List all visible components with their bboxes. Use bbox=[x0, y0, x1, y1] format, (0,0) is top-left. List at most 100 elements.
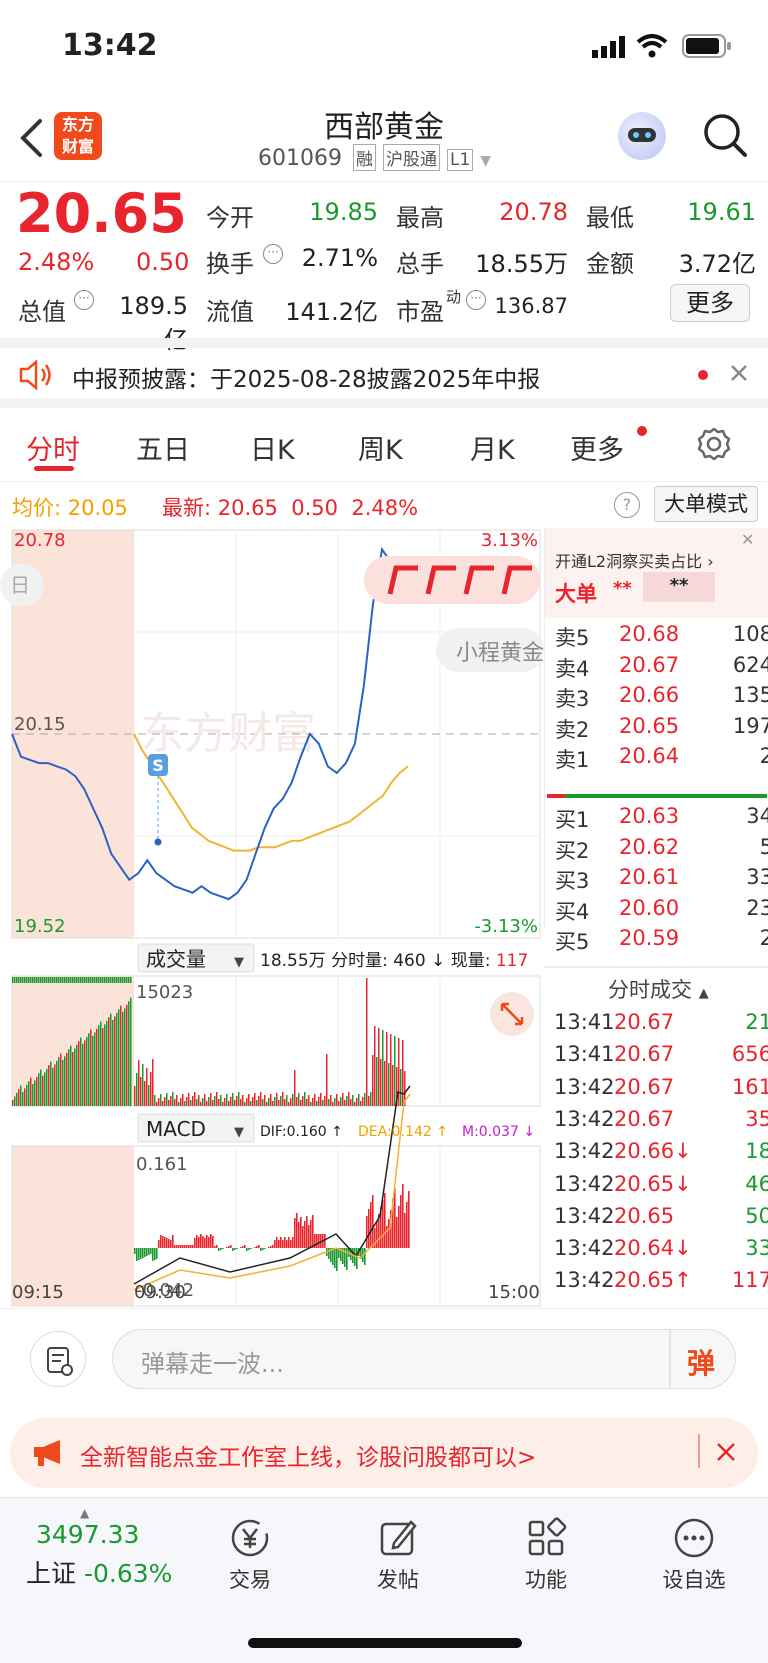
dropdown-caret-icon[interactable]: ▼ bbox=[480, 153, 491, 169]
ask-label: 卖5 bbox=[555, 626, 590, 650]
trade-row: 13:42 20.65↓ 46 bbox=[544, 1172, 768, 1206]
ask-price: 20.65 bbox=[619, 713, 680, 738]
ai-assistant-icon[interactable] bbox=[618, 112, 666, 160]
nav-trade[interactable]: 交易 bbox=[190, 1516, 310, 1594]
volume-bar bbox=[74, 977, 76, 983]
comment-input[interactable]: 弹幕走一波... 弹 bbox=[112, 1329, 736, 1389]
nav-watchlist[interactable]: 设自选 bbox=[634, 1516, 754, 1594]
bid-row[interactable]: 买2 20.62 5 bbox=[545, 835, 768, 867]
avg-price: 均价: 20.05 bbox=[12, 492, 128, 522]
index-ticker[interactable]: ▲ 3497.33 上证 -0.63% bbox=[0, 1498, 174, 1608]
bid-volume: 5 bbox=[759, 834, 768, 859]
volume-bar bbox=[358, 1094, 360, 1106]
bid-row[interactable]: 买4 20.60 23 bbox=[545, 896, 768, 928]
l2-close-icon[interactable]: ✕ bbox=[741, 530, 754, 549]
volume-bar bbox=[44, 1072, 46, 1106]
volume-bar bbox=[208, 1097, 210, 1106]
tab-daily-k[interactable]: 日K bbox=[250, 428, 295, 467]
time-start: 09:15 bbox=[12, 1282, 64, 1303]
ask-row[interactable]: 卖2 20.65 197 bbox=[545, 714, 768, 746]
notice-text: 中报预披露：于2025-08-28披露2025年中报 bbox=[72, 367, 541, 393]
ask-row[interactable]: 卖1 20.64 2 bbox=[545, 744, 768, 776]
settings-gear-icon[interactable] bbox=[696, 426, 732, 462]
info-icon[interactable]: ··· bbox=[466, 290, 486, 310]
trade-volume: 46 bbox=[745, 1171, 768, 1196]
volume-bar bbox=[60, 1053, 62, 1106]
big-order-mode-button[interactable]: 大单模式 bbox=[654, 486, 758, 522]
macd-bar bbox=[328, 1248, 330, 1259]
float-label: 流值 bbox=[206, 298, 254, 326]
macd-bar bbox=[382, 1200, 384, 1248]
intraday-chart[interactable]: 东方财富 S 小程黄金 日 20.78 20.15 19.52 3.13% -3… bbox=[0, 528, 544, 1308]
quote-panel: 20.65 2.48% 0.50 今开 19.85 最高 20.78 最低 19… bbox=[0, 182, 768, 354]
volume-bar bbox=[330, 1095, 332, 1106]
info-icon[interactable]: ··· bbox=[74, 290, 94, 310]
volume-bar bbox=[164, 1097, 166, 1106]
comment-list-button[interactable] bbox=[30, 1331, 86, 1387]
info-icon[interactable]: ··· bbox=[263, 244, 283, 264]
volume-bar bbox=[216, 1092, 218, 1106]
macd-bar bbox=[298, 1222, 300, 1248]
l2-promo[interactable]: 开通L2洞察买卖占比 › ✕ 大单 ** ** bbox=[545, 528, 768, 618]
avg-label: 均价: bbox=[12, 496, 62, 520]
search-icon[interactable] bbox=[702, 112, 748, 158]
close-icon[interactable] bbox=[716, 1442, 736, 1462]
trade-list[interactable]: 分时成交 ▲ 13:41 20.67 21 13:41 20.67 656 13:42 20.… bbox=[544, 968, 768, 1308]
promo-banner[interactable]: 全新智能点金工作室上线，诊股问股都可以> bbox=[10, 1418, 758, 1488]
tab-weekly-k[interactable]: 周K bbox=[358, 428, 403, 467]
close-icon[interactable] bbox=[730, 364, 748, 382]
volume-bar bbox=[26, 977, 28, 983]
trade-title[interactable]: 分时成交 ▲ bbox=[608, 974, 709, 1004]
tab-intraday[interactable]: 分时 bbox=[26, 428, 80, 467]
ask-volume: 108 bbox=[732, 622, 768, 646]
volume-bar bbox=[64, 977, 66, 983]
macd-bar bbox=[136, 1248, 138, 1261]
ask-price: 20.67 bbox=[619, 652, 680, 677]
volume-bar bbox=[346, 1096, 348, 1106]
bid-volume: 23 bbox=[746, 895, 768, 920]
ask-row[interactable]: 卖3 20.66 135 bbox=[545, 683, 768, 715]
bid-row[interactable]: 买1 20.63 34 bbox=[545, 804, 768, 836]
volume-bar bbox=[272, 1101, 274, 1106]
volume-bar bbox=[100, 977, 102, 983]
last-price: 最新: 20.65 0.50 2.48% bbox=[162, 492, 418, 522]
m-value: M:0.037 ↓ bbox=[462, 1124, 535, 1140]
volume-bar bbox=[370, 1092, 372, 1106]
macd-bar bbox=[256, 1246, 258, 1248]
volume-bar bbox=[104, 1024, 106, 1106]
bid-row[interactable]: 买5 20.59 2 bbox=[545, 926, 768, 958]
volume-bar bbox=[222, 1102, 224, 1106]
volume-bar bbox=[32, 977, 34, 983]
ask-price: 20.64 bbox=[619, 744, 680, 768]
volume-bar bbox=[96, 977, 98, 983]
notice-bar[interactable]: 中报预披露：于2025-08-28披露2025年中报 bbox=[0, 338, 768, 408]
macd-bar bbox=[196, 1235, 198, 1248]
ask-row[interactable]: 卖4 20.67 624 bbox=[545, 653, 768, 685]
pe-value: 136.87 bbox=[494, 294, 568, 318]
macd-bar bbox=[364, 1248, 366, 1265]
nav-post[interactable]: 发帖 bbox=[338, 1516, 458, 1594]
bid-row[interactable]: 买3 20.61 33 bbox=[545, 865, 768, 897]
grid-icon bbox=[528, 1517, 567, 1556]
turnover-label: 换手 bbox=[206, 250, 254, 278]
more-dots-icon bbox=[674, 1518, 714, 1558]
tab-five-day[interactable]: 五日 bbox=[136, 428, 190, 467]
ask-row[interactable]: 卖5 20.68 108 bbox=[545, 622, 768, 654]
volume-bar bbox=[112, 977, 114, 983]
avg-value: 20.05 bbox=[67, 496, 128, 520]
bid-price: 20.60 bbox=[619, 895, 680, 920]
danmu-send-button[interactable]: 弹 bbox=[687, 1342, 715, 1382]
tab-more[interactable]: 更多 bbox=[570, 428, 624, 467]
volume-bar bbox=[28, 977, 30, 983]
help-icon[interactable]: ? bbox=[614, 492, 640, 518]
nav-functions[interactable]: 功能 bbox=[486, 1516, 606, 1594]
volume-bar bbox=[172, 1092, 174, 1106]
macd-bar bbox=[324, 1234, 326, 1248]
macd-bar bbox=[388, 1219, 390, 1248]
more-button[interactable]: 更多 bbox=[670, 284, 750, 322]
tab-monthly-k[interactable]: 月K bbox=[470, 428, 515, 467]
volume-bar bbox=[288, 1102, 290, 1106]
macd-bar bbox=[214, 1246, 216, 1248]
volume-bar bbox=[326, 1054, 328, 1106]
y-mid-label: 20.15 bbox=[14, 714, 66, 735]
